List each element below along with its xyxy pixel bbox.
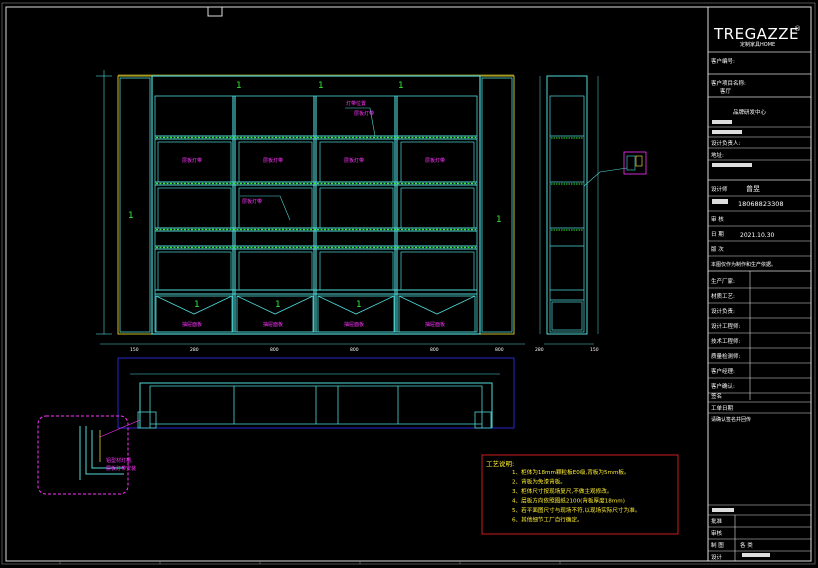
drawer-name: 曾昱 [746, 184, 760, 193]
work-date-label: 工单日期 [711, 404, 734, 412]
note-item: 1、柜体为18mm颗粒板E0级,背板为5mm板。 [512, 468, 630, 476]
note-item: 6、其他细节工厂自行确定。 [512, 516, 583, 524]
section-mark: 1 [275, 300, 281, 310]
confirm-label: 请确认签名并回传 [711, 416, 751, 423]
brand-sub: 定制家具HOME [740, 41, 775, 48]
drawer-label: 设计师 [711, 185, 728, 193]
notes-title: 工艺说明: [486, 459, 514, 468]
drafter-label: 制 图 [711, 541, 724, 549]
title-row-label: 设计工程师: [711, 322, 741, 330]
sheet-border [1, 2, 816, 565]
side-elevation [539, 75, 647, 345]
brand-mark: ® [794, 25, 801, 33]
address-label: 地址: [711, 151, 724, 159]
dimension-label: 800 [495, 347, 504, 353]
audit-label: 审核 [711, 529, 723, 537]
process-notes: 工艺说明: 1、柜体为18mm颗粒板E0级,背板为5mm板。 2、背板为免漆背板。… [481, 454, 679, 535]
date-label: 日 期 [711, 231, 724, 238]
shelf-label: 层板灯带 [263, 157, 283, 164]
design-label: 设计 [711, 553, 723, 561]
front-elevation: 灯带位置 层板灯带 层板灯带 层板灯带 层板灯带 层板灯带 层板灯带 抽屉面板 抽屉面板… [96, 70, 599, 353]
note-label: 本图仅作为制作和生产依据。 [711, 261, 776, 268]
title-row-label: 生产厂家: [711, 277, 735, 285]
section-mark: 1 [318, 81, 324, 91]
title-row-label: 材质工艺: [711, 292, 735, 300]
dimension-labels: 150 280 800 800 800 800 280 150 [130, 347, 599, 353]
project-label: 客户项目名称: [711, 79, 746, 87]
detail-note-line2: 层板灯带安装 [106, 465, 136, 472]
note-item: 4、层板方向依照图纸2100(背板厚度18mm) [512, 497, 625, 505]
version-label: 版 次 [711, 245, 724, 253]
dimension-label: 800 [430, 347, 439, 353]
title-block: TREGAZZE ® 定制家具HOME 客户编号: 客户项目名称: 客厅 品牌研… [707, 6, 812, 562]
plan-view [99, 357, 515, 438]
drawer-label: 抽屉面板 [263, 321, 283, 328]
detail-callout [37, 415, 129, 495]
annotation-shelf-2: 层板灯带 [242, 198, 262, 205]
approve-label: 批准 [711, 517, 723, 525]
dimension-label: 800 [350, 347, 359, 353]
top-tab [207, 6, 223, 17]
section-mark: 1 [194, 300, 200, 310]
dimension-label: 150 [590, 347, 599, 353]
customer-no-label: 客户编号: [711, 57, 735, 65]
note-item: 5、若平面图尺寸与现场不符,以现场实际尺寸为准。 [512, 506, 640, 514]
design-center: 品牌研发中心 [733, 108, 767, 116]
title-block-rows: 生产厂家: 材质工艺: 设计负责: 设计工程师: 技术工程师: 质量检测师: 客户经理: 客户… [708, 277, 811, 394]
section-marks: 1 1 1 1 1 1 1 1 [128, 81, 502, 310]
shelf-label: 层板灯带 [344, 157, 364, 164]
shelf-label: 层板灯带 [425, 157, 445, 164]
section-mark: 1 [236, 81, 242, 91]
sign-label: 签名 [711, 392, 722, 400]
brand-logo: TREGAZZE [713, 25, 799, 43]
section-mark: 1 [496, 215, 502, 225]
drawing-canvas: TREGAZZE ® 定制家具HOME 客户编号: 客户项目名称: 客厅 品牌研… [1, 2, 816, 565]
annotation-shelf-1: 层板灯带 [354, 110, 374, 117]
shelf-label: 层板灯带 [182, 157, 202, 164]
title-row-label: 客户确认: [711, 382, 735, 390]
drawer-label: 抽屉面板 [344, 321, 364, 328]
designer-label: 设计负责人: [711, 139, 741, 147]
project-value: 客厅 [720, 87, 732, 95]
dimension-label: 800 [270, 347, 279, 353]
title-row-label: 客户经理: [711, 367, 735, 375]
phone-number: 18068823308 [738, 200, 784, 208]
check-label: 审 核 [711, 215, 724, 223]
note-item: 2、背板为免漆背板。 [512, 478, 566, 486]
dimension-label: 150 [130, 347, 139, 353]
detail-note-line1: 铝型材灯槽, [106, 457, 133, 464]
drawer-label: 抽屉面板 [425, 321, 445, 328]
dimension-label: 280 [190, 347, 199, 353]
section-mark: 1 [356, 300, 362, 310]
title-row-label: 设计负责: [711, 307, 735, 315]
category-value: 各 类 [740, 541, 753, 549]
date-value: 2021.10.30 [740, 232, 775, 239]
section-mark: 1 [128, 211, 134, 221]
drawer-label: 抽屉面板 [182, 321, 202, 328]
title-row-label: 质量检测师: [711, 352, 741, 360]
section-mark: 1 [398, 81, 404, 91]
title-row-label: 技术工程师: [711, 337, 741, 345]
cad-drawing-sheet: TREGAZZE ® 定制家具HOME 客户编号: 客户项目名称: 客厅 品牌研… [0, 0, 818, 568]
dimension-label: 280 [535, 347, 544, 353]
annotation-lightslot: 灯带位置 [346, 100, 366, 107]
note-item: 3、柜体尺寸按现场复尺,不做主观修改。 [512, 487, 612, 495]
